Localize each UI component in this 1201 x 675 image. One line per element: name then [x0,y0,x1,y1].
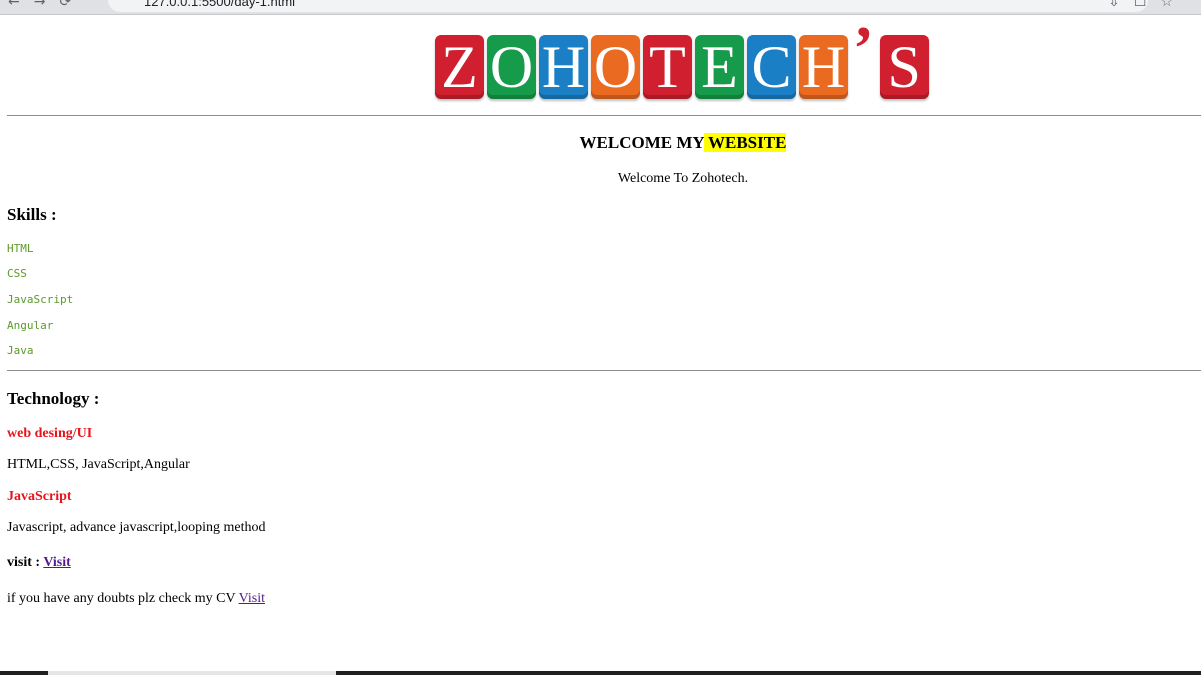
welcome-heading: WELCOME MY WEBSITE [0,133,1201,153]
logo-tile: S [879,35,929,99]
tech-title-javascript: JavaScript [7,489,72,504]
skill-item-javascript: JavaScript [7,293,74,306]
welcome-subtitle: Welcome To Zohotech. [617,171,749,186]
taskbar-segment [48,671,336,675]
skill-item-css: CSS [7,267,27,280]
skill-item-java: Java [7,344,34,357]
browser-action-icons[interactable]: ⇩☐☆ [1108,0,1187,10]
divider-middle [7,370,1201,371]
cv-text: if you have any doubts plz check my CV [7,591,239,606]
logo-tile: Z [435,35,484,99]
welcome-highlight: WEBSITE [704,133,787,152]
cv-line: if you have any doubts plz check my CV V… [7,591,265,607]
tech-title-webdesign: web desing/UI [7,426,93,441]
tech-desc-javascript: Javascript, advance javascript,looping m… [7,520,266,535]
tech-desc-webdesign: HTML,CSS, JavaScript,Angular [7,457,190,472]
visit-link[interactable]: Visit [43,555,70,570]
visit-line: visit : Visit [7,555,71,571]
address-text[interactable]: 127.0.0.1:5500/day-1.html [144,0,295,9]
logo-tile: H [799,35,848,99]
zohotech-logo: Z O H O T E C H ’ S [435,18,932,99]
logo-tile: H [539,35,588,99]
welcome-prefix: WELCOME MY [579,133,705,152]
skill-item-html: HTML [7,242,34,255]
cv-visit-link[interactable]: Visit [239,591,265,606]
browser-nav-icons[interactable]: ←→⟳ [8,0,85,10]
logo-tile: C [747,35,796,99]
technology-heading: Technology : [7,389,100,408]
skills-heading: Skills : [7,205,57,224]
logo-tile: O [591,35,640,99]
visit-label: visit : [7,555,44,570]
skill-item-angular: Angular [7,319,54,332]
browser-toolbar: ←→⟳ 127.0.0.1:5500/day-1.html ⇩☐☆ [0,0,1201,15]
logo-tile: E [695,35,744,99]
logo-tile: T [643,35,692,99]
divider-top [7,115,1201,116]
logo-tile: O [487,35,536,99]
address-bar[interactable]: 127.0.0.1:5500/day-1.html [108,0,1148,12]
logo-apostrophe: ’ [853,15,874,83]
